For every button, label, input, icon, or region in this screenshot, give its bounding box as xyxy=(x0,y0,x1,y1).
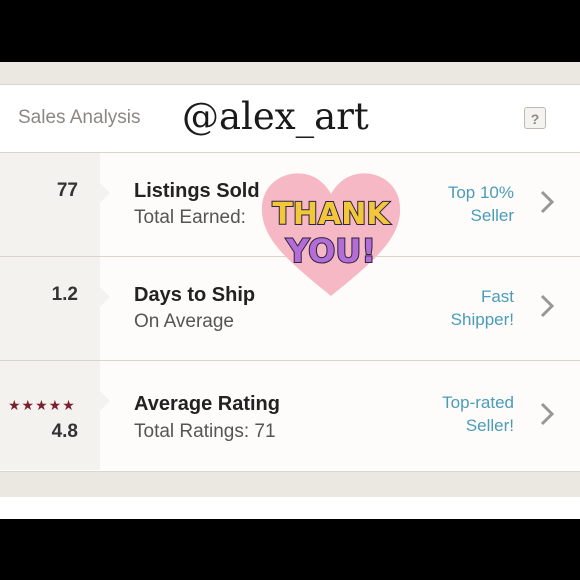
chevron-right-icon[interactable] xyxy=(538,399,556,429)
stat-column xyxy=(0,153,110,256)
average-rating-value: 4.8 xyxy=(51,421,78,442)
listings-sold-count: 77 xyxy=(56,180,78,201)
fast-shipper-badge[interactable]: Fast Shipper! xyxy=(451,285,514,331)
listings-sold-label: Listings Sold xyxy=(134,180,260,202)
days-to-ship-value: 1.2 xyxy=(51,284,78,305)
badge-line: Fast xyxy=(480,287,514,306)
top-seller-badge[interactable]: Top 10% Seller xyxy=(448,181,514,227)
badge-line: Top 10% xyxy=(447,183,514,202)
stat-column xyxy=(0,361,110,470)
chevron-right-icon[interactable] xyxy=(538,187,556,217)
badge-line: Seller xyxy=(470,206,514,225)
chevron-right-icon[interactable] xyxy=(538,291,556,321)
user-handle: @alex_art xyxy=(182,95,369,138)
you-text: YOU! xyxy=(285,232,376,270)
top-black-bar xyxy=(0,0,580,62)
total-ratings-label: Total Ratings: 71 xyxy=(134,421,276,442)
badge-line: Top-rated xyxy=(442,393,514,412)
card-header: Sales Analysis @alex_art ? xyxy=(0,85,580,153)
badge-line: Seller! xyxy=(465,416,514,435)
top-rated-badge[interactable]: Top-rated Seller! xyxy=(442,391,514,437)
thank-text: THANK xyxy=(272,197,391,232)
average-rating-row[interactable]: ★★★★★ 4.8 Average Rating Total Ratings: … xyxy=(0,361,580,470)
thank-you-heart-sticker: THANK YOU! xyxy=(261,173,401,296)
stat-column xyxy=(0,257,110,360)
total-earned-label: Total Earned: xyxy=(134,207,246,228)
days-to-ship-label: Days to Ship xyxy=(134,284,256,306)
help-button[interactable]: ? xyxy=(524,107,546,129)
rating-stars-icon: ★★★★★ xyxy=(8,397,76,413)
bottom-black-bar xyxy=(0,519,580,580)
average-rating-label: Average Rating xyxy=(134,393,280,415)
bottom-white-strip xyxy=(0,497,580,519)
sales-analysis-title: Sales Analysis xyxy=(18,107,141,128)
on-average-label: On Average xyxy=(134,311,235,332)
badge-line: Shipper! xyxy=(450,310,514,329)
